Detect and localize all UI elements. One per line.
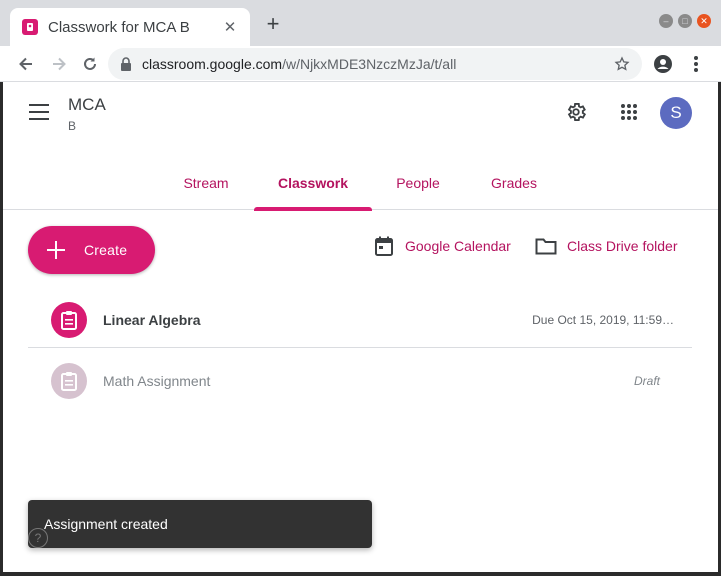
classwork-item[interactable]: Linear Algebra Due Oct 15, 2019, 11:59… [28, 292, 692, 348]
address-bar[interactable]: classroom.google.com/w/NjkxMDE3NzczMzJa/… [108, 48, 642, 80]
menu-dots-icon[interactable] [684, 52, 708, 76]
gear-icon[interactable] [564, 100, 588, 124]
bookmark-star-icon[interactable] [612, 54, 632, 74]
url-domain: classroom.google.com [142, 56, 283, 72]
tab-classwork[interactable]: Classwork [254, 156, 372, 211]
back-arrow-icon [19, 57, 32, 71]
classwork-item-status: Draft [633, 374, 660, 388]
tab-people[interactable]: People [387, 156, 449, 210]
reload-button[interactable] [78, 52, 102, 76]
class-drive-folder-link[interactable]: Class Drive folder [535, 234, 677, 258]
reload-icon [84, 57, 96, 70]
create-button[interactable]: Create [28, 226, 155, 274]
snackbar-message: Assignment created [44, 516, 168, 532]
classwork-item-due-date: Due Oct 15, 2019, 11:59… [532, 312, 674, 327]
google-calendar-link[interactable]: Google Calendar [373, 234, 511, 258]
classwork-item-title: Math Assignment [103, 373, 211, 389]
snackbar: Assignment created [28, 500, 372, 548]
apps-grid-icon[interactable] [617, 100, 641, 124]
assignment-icon [51, 301, 87, 338]
classroom-page: MCA B S Stream Classwork People Grades C… [3, 82, 718, 572]
url-path: /w/NjkxMDE3NzczMzJa/t/all [282, 56, 457, 72]
classroom-favicon-icon [22, 19, 38, 35]
google-calendar-label: Google Calendar [405, 238, 511, 254]
avatar[interactable]: S [660, 97, 692, 129]
close-tab-icon[interactable]: ✕ [222, 19, 238, 35]
hamburger-icon[interactable] [29, 104, 49, 120]
class-section: B [68, 119, 77, 133]
browser-toolbar: classroom.google.com/w/NjkxMDE3NzczMzJa/… [0, 46, 721, 82]
tab-stream[interactable]: Stream [173, 156, 239, 210]
browser-tab-title: Classwork for MCA B [48, 18, 190, 36]
tab-grades[interactable]: Grades [481, 156, 547, 210]
maximize-window-button[interactable]: □ [678, 14, 692, 28]
forward-button[interactable] [47, 52, 71, 76]
assignment-icon [51, 363, 87, 399]
class-drive-folder-label: Class Drive folder [567, 238, 678, 254]
lock-icon [121, 57, 131, 71]
classwork-item-title: Linear Algebra [103, 311, 201, 328]
window-controls: – □ ✕ [659, 14, 711, 28]
folder-icon [535, 235, 557, 257]
class-nav-tabs: Stream Classwork People Grades [3, 156, 718, 211]
classwork-item[interactable]: Math Assignment Draft [28, 353, 692, 409]
plus-icon [46, 240, 66, 260]
create-button-label: Create [84, 242, 128, 258]
calendar-icon [373, 235, 395, 257]
class-title[interactable]: MCA [68, 95, 106, 115]
close-window-button[interactable]: ✕ [697, 14, 711, 28]
minimize-window-button[interactable]: – [659, 14, 673, 28]
browser-tab[interactable]: Classwork for MCA B ✕ [10, 8, 250, 46]
help-icon[interactable]: ? [28, 528, 48, 548]
new-tab-button[interactable]: + [262, 13, 284, 36]
address-url: classroom.google.com/w/NjkxMDE3NzczMzJa/… [142, 56, 612, 72]
forward-arrow-icon [53, 57, 66, 71]
back-button[interactable] [14, 52, 38, 76]
account-icon[interactable] [651, 52, 675, 76]
browser-tab-bar: Classwork for MCA B ✕ + – □ ✕ [0, 0, 721, 46]
